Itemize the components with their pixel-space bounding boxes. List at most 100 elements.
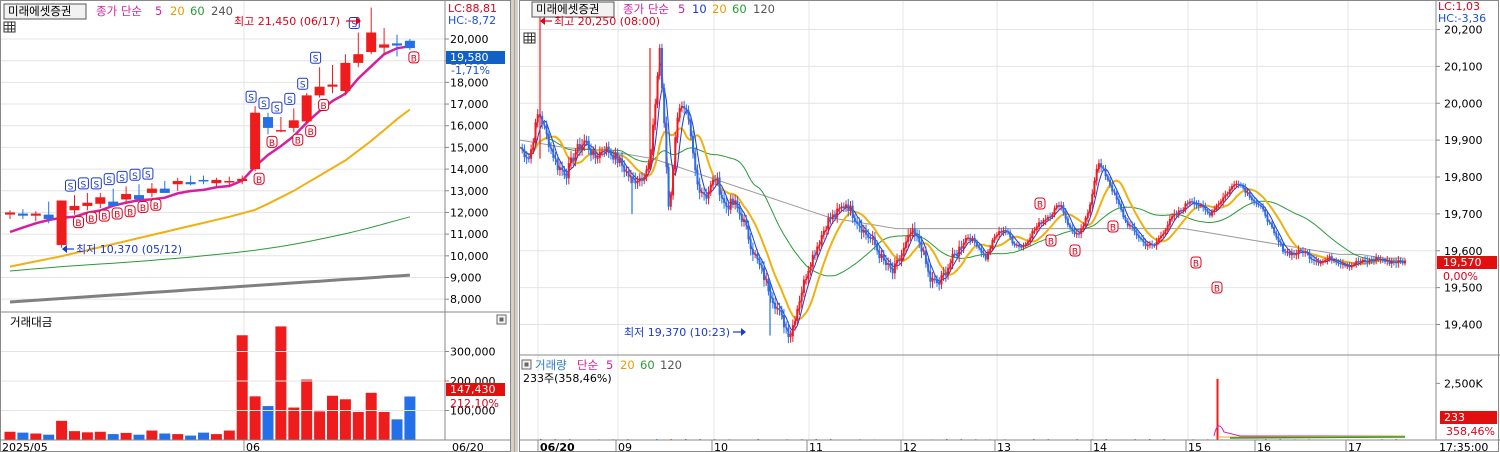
intraday-candle — [550, 147, 553, 149]
daily-candle — [263, 117, 273, 128]
intraday-candle — [605, 146, 608, 152]
intraday-candle — [1006, 231, 1009, 233]
intraday-candle — [1131, 225, 1134, 227]
intraday-candle — [685, 108, 688, 111]
grid-icon[interactable] — [523, 32, 536, 44]
daily-volume-title: 거래대금 — [10, 315, 52, 329]
intraday-candle — [1248, 192, 1251, 198]
daily-candle — [224, 181, 235, 183]
intraday-candle — [1122, 209, 1125, 218]
intraday-candle — [747, 225, 750, 240]
daily-volume-bar — [81, 432, 93, 440]
intraday-candle — [1084, 217, 1087, 227]
intraday-candle — [1111, 185, 1114, 192]
intraday-candle — [740, 213, 743, 222]
close-icon[interactable] — [496, 314, 507, 325]
intraday-volume-axis: 2,500K — [1436, 377, 1483, 390]
buy-signal-icon: S — [116, 170, 128, 184]
daily-price-tick-label: 17,000 — [450, 98, 489, 111]
intraday-candle — [980, 248, 983, 253]
intraday-candle — [1275, 233, 1278, 238]
intraday-candle — [665, 123, 668, 168]
sell-signal-letter: B — [1214, 285, 1220, 295]
intraday-candle — [847, 204, 850, 212]
intraday-candle — [829, 217, 832, 220]
daily-volume-bar — [120, 432, 132, 440]
intraday-candle — [1377, 257, 1380, 260]
intraday-candle — [601, 151, 604, 153]
intraday-candle — [574, 152, 577, 162]
daily-candle — [172, 181, 183, 185]
daily-price-tick-label: 13,000 — [450, 185, 489, 198]
intraday-candle — [1404, 260, 1406, 264]
intraday-candle — [1384, 260, 1387, 262]
intraday-candle — [698, 184, 701, 193]
daily-candle — [198, 179, 209, 182]
daily-volume-bar — [133, 434, 145, 440]
intraday-candle — [674, 137, 677, 170]
intraday-candle — [1270, 222, 1273, 228]
intraday-candle — [1162, 233, 1165, 236]
intraday-candle — [1321, 261, 1324, 263]
intraday-candle — [1246, 192, 1249, 194]
intraday-candle — [1186, 203, 1189, 205]
grid-icon[interactable] — [3, 21, 16, 33]
close-icon[interactable] — [521, 359, 532, 370]
intraday-candle — [920, 242, 923, 252]
intraday-candle — [1151, 243, 1154, 246]
intraday-candle — [884, 260, 887, 265]
intraday-candle — [1040, 222, 1043, 224]
intraday-candle — [1133, 226, 1136, 232]
intraday-time-current: 17:35:00 — [1439, 441, 1488, 452]
intraday-candle — [889, 263, 892, 269]
intraday-candle — [758, 259, 761, 265]
intraday-last-change: 0,00% — [1443, 270, 1478, 283]
intraday-candle — [609, 153, 612, 155]
intraday-candle — [798, 301, 801, 310]
intraday-time-label: 14 — [1093, 441, 1107, 452]
intraday-candle — [882, 253, 885, 261]
intraday-candle — [907, 235, 910, 242]
intraday-candle — [851, 205, 854, 218]
intraday-ma-legend-5: 5 — [678, 2, 685, 16]
intraday-volume-note: 233주(358,46%) — [523, 372, 612, 385]
daily-volume-bar — [223, 430, 235, 440]
intraday-candle — [636, 181, 639, 184]
intraday-candle — [940, 275, 943, 285]
intraday-candle — [694, 153, 697, 171]
intraday-candle — [782, 315, 785, 328]
intraday-stock-name: 미래에셋증권 — [536, 2, 599, 16]
intraday-candle — [825, 229, 828, 231]
sell-signal-letter: B — [114, 210, 120, 220]
buy-signal-letter: S — [93, 180, 99, 190]
intraday-candle — [754, 253, 757, 255]
intraday-candle — [598, 151, 601, 158]
intraday-candle — [1144, 241, 1147, 246]
intraday-ma-legend-120: 120 — [753, 2, 775, 16]
intraday-candle — [1346, 265, 1349, 267]
intraday-candle — [1051, 214, 1054, 217]
intraday-candle — [1175, 213, 1178, 215]
intraday-candle — [707, 192, 710, 199]
intraday-candle — [1266, 215, 1269, 222]
intraday-candle — [1153, 245, 1156, 247]
daily-ma-legend-240: 240 — [211, 4, 233, 18]
intraday-candle — [867, 234, 870, 238]
sell-signal-letter: B — [308, 128, 314, 138]
sell-signal-letter: B — [1048, 238, 1054, 248]
intraday-candle — [1355, 261, 1358, 265]
intraday-candle — [1097, 163, 1100, 170]
intraday-candle — [1157, 238, 1160, 243]
intraday-candle — [962, 243, 965, 249]
intraday-candle — [993, 236, 996, 241]
intraday-candle — [1057, 205, 1060, 207]
buy-signal-icon: S — [65, 179, 76, 193]
intraday-candle — [820, 235, 823, 245]
sell-signal-letter: B — [140, 204, 146, 214]
intraday-candle — [1293, 253, 1296, 255]
intraday-candle — [960, 246, 963, 249]
intraday-candle — [989, 248, 992, 252]
intraday-candle — [1117, 199, 1120, 204]
intraday-candle — [738, 207, 741, 214]
intraday-price-tick-label: 19,700 — [1444, 208, 1483, 221]
